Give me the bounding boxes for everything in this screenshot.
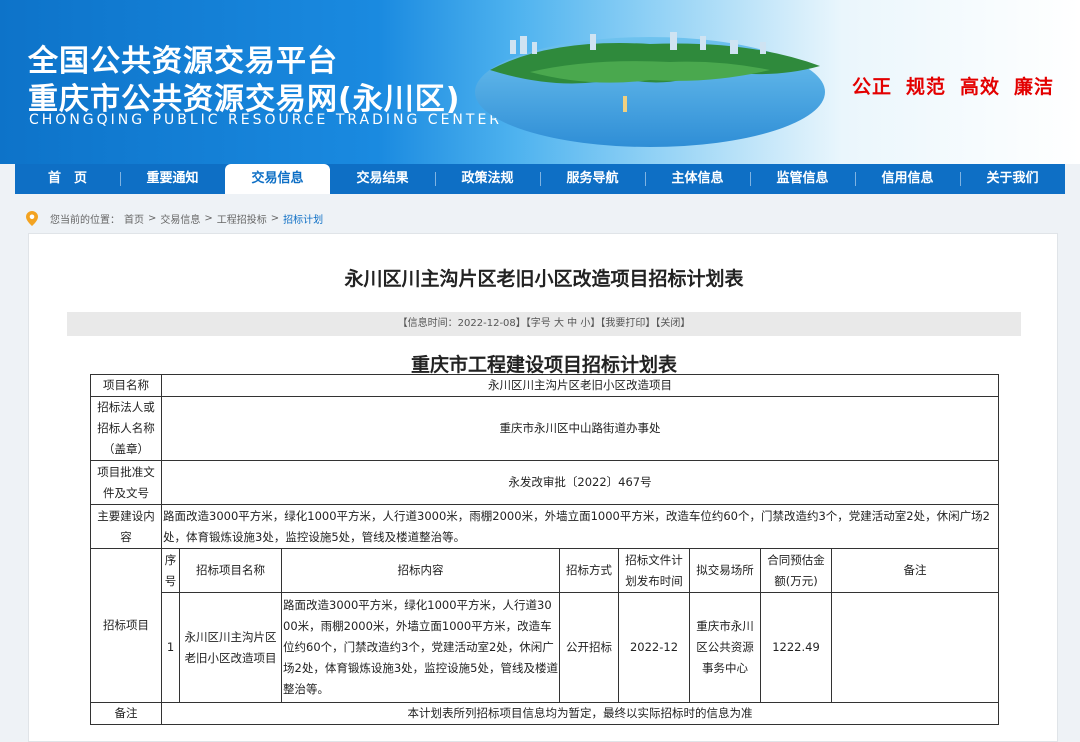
nav-home[interactable]: 首 页 — [15, 164, 120, 194]
breadcrumb-trading-info[interactable]: 交易信息 — [160, 211, 200, 226]
row-content: 路面改造3000平方米，绿化1000平方米，人行道3000米，雨棚2000米，外… — [281, 592, 560, 703]
row-remark — [831, 592, 999, 703]
breadcrumb: 您当前的位置： 首页 > 交易信息 > 工程招投标 > 招标计划 — [26, 209, 327, 227]
main-nav: 首 页 重要通知 交易信息 交易结果 政策法规 服务导航 主体信息 监管信息 信… — [15, 164, 1065, 194]
location-pin-icon — [26, 210, 38, 226]
nav-about-us[interactable]: 关于我们 — [960, 164, 1065, 194]
row-method: 公开招标 — [559, 592, 619, 703]
slogan-fair: 公正 — [852, 76, 893, 98]
note-value: 本计划表所列招标项目信息均为暂定，最终以实际招标时的信息为准 — [161, 702, 999, 725]
breadcrumb-engineering-bidding[interactable]: 工程招投标 — [217, 211, 267, 226]
tenderer-label: 招标法人或招标人名称（盖章） — [90, 396, 162, 461]
slogan-clean: 廉洁 — [1014, 76, 1055, 98]
nav-trading-results[interactable]: 交易结果 — [330, 164, 435, 194]
nav-supervision-info[interactable]: 监管信息 — [750, 164, 855, 194]
row-no: 1 — [161, 592, 180, 703]
breadcrumb-separator: > — [204, 212, 213, 224]
nav-notices[interactable]: 重要通知 — [120, 164, 225, 194]
banner-landscape-image — [475, 32, 825, 147]
article-panel: 永川区川主沟片区老旧小区改造项目招标计划表 【信息时间：2022-12-08】【… — [28, 233, 1058, 742]
nav-trading-info[interactable]: 交易信息 — [225, 164, 330, 194]
note-label: 备注 — [90, 702, 162, 725]
article-title: 永川区川主沟片区老旧小区改造项目招标计划表 — [344, 268, 744, 290]
project-name-label: 项目名称 — [90, 374, 162, 397]
content-value: 路面改造3000平方米，绿化1000平方米，人行道3000米，雨棚2000米，外… — [161, 504, 999, 549]
article-info-bar[interactable]: 【信息时间：2022-12-08】【字号 大 中 小】【我要打印】【关闭】 — [67, 312, 1021, 336]
nav-entity-info[interactable]: 主体信息 — [645, 164, 750, 194]
slogan-efficient: 高效 — [960, 76, 1001, 98]
header-method: 招标方式 — [559, 548, 619, 593]
approval-label: 项目批准文件及文号 — [90, 460, 162, 505]
header-amount: 合同预估金额(万元) — [760, 548, 832, 593]
approval-value: 永发改审批〔2022〕467号 — [161, 460, 999, 505]
bidding-plan-table: 项目名称 永川区川主沟片区老旧小区改造项目 招标法人或招标人名称（盖章） 重庆市… — [90, 374, 999, 725]
nav-credit-info[interactable]: 信用信息 — [855, 164, 960, 194]
content-label: 主要建设内容 — [90, 504, 162, 549]
row-amount: 1222.49 — [760, 592, 832, 703]
header-name: 招标项目名称 — [179, 548, 282, 593]
header-remark: 备注 — [831, 548, 999, 593]
header-no: 序号 — [161, 548, 180, 593]
table-row: 1 永川区川主沟片区老旧小区改造项目 路面改造3000平方米，绿化1000平方米… — [91, 592, 999, 703]
tenderer-value: 重庆市永川区中山路街道办事处 — [161, 396, 999, 461]
breadcrumb-prefix: 您当前的位置： — [50, 214, 120, 226]
nav-policies[interactable]: 政策法规 — [435, 164, 540, 194]
breadcrumb-home[interactable]: 首页 — [124, 211, 144, 226]
project-name-value: 永川区川主沟片区老旧小区改造项目 — [161, 374, 999, 397]
table-title: 重庆市工程建设项目招标计划表 — [410, 354, 677, 376]
row-name: 永川区川主沟片区老旧小区改造项目 — [179, 592, 282, 703]
breadcrumb-separator: > — [270, 212, 280, 224]
breadcrumb-separator: > — [148, 212, 157, 224]
site-title-english: CHONGQING PUBLIC RESOURCE TRADING CENTER — [29, 112, 503, 128]
header-content: 招标内容 — [281, 548, 560, 593]
items-label: 招标项目 — [90, 548, 162, 703]
nav-service-guide[interactable]: 服务导航 — [540, 164, 645, 194]
breadcrumb-bidding-plan[interactable]: 招标计划 — [283, 211, 323, 226]
slogan-standard: 规范 — [906, 76, 947, 98]
header-publish-time: 招标文件计划发布时间 — [618, 548, 690, 593]
row-venue: 重庆市永川区公共资源事务中心 — [689, 592, 761, 703]
site-header: 全国公共资源交易平台 重庆市公共资源交易网(永川区) CHONGQING PUB… — [0, 0, 1080, 164]
header-venue: 拟交易场所 — [689, 548, 761, 593]
row-publish-time: 2022-12 — [618, 592, 690, 703]
